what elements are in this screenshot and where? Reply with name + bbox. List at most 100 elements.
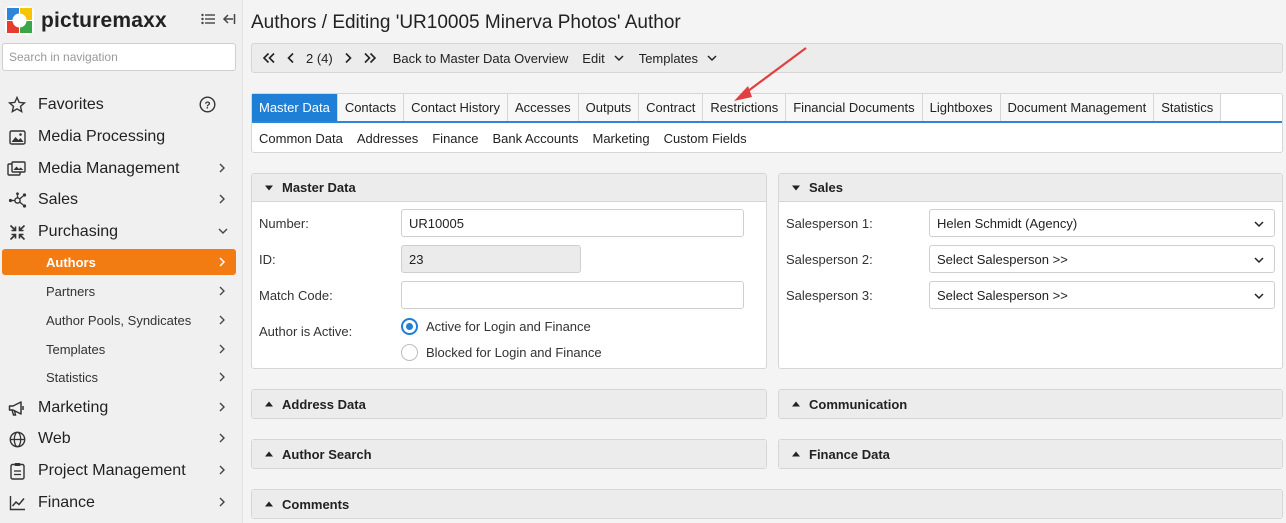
finance-data-header[interactable]: Finance Data bbox=[779, 440, 1282, 468]
match-code-label: Match Code: bbox=[259, 288, 333, 303]
double-chevron-right-icon bbox=[364, 52, 376, 64]
chevron-down-icon bbox=[1254, 221, 1264, 228]
nav-item-marketing[interactable]: Marketing bbox=[0, 393, 243, 423]
tab-contract[interactable]: Contract bbox=[639, 94, 704, 121]
tab-master-data[interactable]: Master Data bbox=[252, 94, 338, 121]
nav-label: Finance bbox=[38, 494, 95, 511]
star-icon bbox=[7, 95, 27, 115]
salesperson-2-select[interactable]: Select Salesperson >> bbox=[929, 245, 1275, 273]
tab-contacts[interactable]: Contacts bbox=[337, 94, 405, 121]
salesperson-1-select[interactable]: Helen Schmidt (Agency) bbox=[929, 209, 1275, 237]
help-icon[interactable]: ? bbox=[199, 96, 216, 113]
blocked-radio[interactable]: Blocked for Login and Finance bbox=[401, 344, 602, 361]
media-management-icon bbox=[7, 159, 27, 179]
collapse-sidebar-icon[interactable] bbox=[222, 12, 236, 26]
chevron-right-icon bbox=[219, 194, 225, 204]
communication-panel[interactable]: Communication bbox=[778, 389, 1283, 419]
salesperson-3-select[interactable]: Select Salesperson >> bbox=[929, 281, 1275, 309]
back-to-overview-button[interactable]: Back to Master Data Overview bbox=[388, 44, 574, 72]
templates-menu-label: Templates bbox=[638, 50, 698, 66]
edit-menu-button[interactable]: Edit bbox=[577, 44, 629, 72]
author-search-header[interactable]: Author Search bbox=[252, 440, 766, 468]
address-data-header[interactable]: Address Data bbox=[252, 390, 766, 418]
main-content: Authors / Editing 'UR10005 Minerva Photo… bbox=[243, 0, 1286, 523]
globe-icon bbox=[7, 429, 27, 449]
chevron-right-icon bbox=[219, 497, 225, 507]
chevron-left-icon bbox=[287, 52, 294, 64]
comments-header[interactable]: Comments bbox=[252, 490, 1282, 518]
last-record-button[interactable] bbox=[358, 44, 382, 72]
subtab-addresses[interactable]: Addresses bbox=[350, 131, 425, 146]
nav-sub-templates[interactable]: Templates bbox=[2, 336, 236, 362]
salesperson-1-label: Salesperson 1: bbox=[786, 216, 873, 231]
caret-up-icon bbox=[792, 401, 800, 407]
nav-item-media-processing[interactable]: Media Processing bbox=[0, 122, 243, 152]
nav-item-finance[interactable]: Finance bbox=[0, 488, 243, 518]
nav-label: Web bbox=[38, 430, 71, 447]
tab-contact-history[interactable]: Contact History bbox=[404, 94, 508, 121]
previous-record-button[interactable] bbox=[281, 44, 301, 72]
subtab-bank-accounts[interactable]: Bank Accounts bbox=[485, 131, 585, 146]
nav-search-input[interactable] bbox=[2, 43, 236, 71]
caret-down-icon bbox=[265, 185, 273, 190]
subtab-marketing[interactable]: Marketing bbox=[585, 131, 656, 146]
panel-title: Address Data bbox=[282, 396, 366, 412]
chart-icon bbox=[7, 493, 27, 513]
first-record-button[interactable] bbox=[252, 44, 281, 72]
nav-item-favorites[interactable]: Favorites ? bbox=[0, 90, 243, 120]
page-title: Authors / Editing 'UR10005 Minerva Photo… bbox=[251, 12, 681, 33]
subtab-custom-fields[interactable]: Custom Fields bbox=[657, 131, 754, 146]
nav-sub-authors[interactable]: Authors bbox=[2, 249, 236, 275]
nav-item-project-management[interactable]: Project Management bbox=[0, 456, 243, 486]
author-active-label: Author is Active: bbox=[259, 324, 353, 339]
nav-sub-partners[interactable]: Partners bbox=[2, 278, 236, 304]
chevron-down-icon bbox=[1254, 257, 1264, 264]
nav-item-sales[interactable]: Sales bbox=[0, 185, 243, 215]
sales-header[interactable]: Sales bbox=[779, 174, 1282, 202]
nav-sub-statistics[interactable]: Statistics bbox=[2, 364, 236, 390]
next-record-button[interactable] bbox=[338, 44, 358, 72]
chevron-right-icon bbox=[219, 163, 225, 173]
nav-sub-label: Authors bbox=[46, 254, 96, 270]
nav-label: Purchasing bbox=[38, 223, 119, 240]
tab-statistics[interactable]: Statistics bbox=[1154, 94, 1222, 121]
nav-item-purchasing[interactable]: Purchasing bbox=[0, 217, 243, 247]
comments-panel[interactable]: Comments bbox=[251, 489, 1283, 519]
master-data-header[interactable]: Master Data bbox=[252, 174, 766, 202]
nav-sub-author-pools[interactable]: Author Pools, Syndicates bbox=[2, 307, 236, 333]
tab-restrictions[interactable]: Restrictions bbox=[703, 94, 787, 121]
nav-item-web[interactable]: Web bbox=[0, 424, 243, 454]
tab-lightboxes[interactable]: Lightboxes bbox=[922, 94, 1001, 121]
list-toggle-icon[interactable] bbox=[201, 12, 215, 26]
nav-label: Favorites bbox=[38, 96, 104, 113]
templates-menu-button[interactable]: Templates bbox=[634, 44, 723, 72]
communication-header[interactable]: Communication bbox=[779, 390, 1282, 418]
tab-financial-documents[interactable]: Financial Documents bbox=[786, 94, 923, 121]
tab-accesses[interactable]: Accesses bbox=[508, 94, 579, 121]
active-radio-label: Active for Login and Finance bbox=[426, 319, 591, 334]
id-label: ID: bbox=[259, 252, 276, 267]
subtab-common-data[interactable]: Common Data bbox=[252, 131, 350, 146]
finance-data-panel[interactable]: Finance Data bbox=[778, 439, 1283, 469]
radio-selected-icon bbox=[401, 318, 418, 335]
author-search-panel[interactable]: Author Search bbox=[251, 439, 767, 469]
tab-bar: Master Data Contacts Contact History Acc… bbox=[251, 93, 1283, 153]
address-data-panel[interactable]: Address Data bbox=[251, 389, 767, 419]
salesperson-2-label: Salesperson 2: bbox=[786, 252, 873, 267]
chevron-right-icon bbox=[219, 465, 225, 475]
chevron-right-icon bbox=[219, 372, 225, 382]
chevron-right-icon bbox=[219, 344, 225, 354]
tab-document-management[interactable]: Document Management bbox=[1000, 94, 1155, 121]
tab-outputs[interactable]: Outputs bbox=[578, 94, 640, 121]
active-radio[interactable]: Active for Login and Finance bbox=[401, 318, 591, 335]
sub-tabs: Common Data Addresses Finance Bank Accou… bbox=[252, 126, 754, 150]
panel-title: Sales bbox=[809, 180, 843, 195]
brand[interactable]: picturemaxx bbox=[5, 6, 167, 35]
nav-item-media-management[interactable]: Media Management bbox=[0, 154, 243, 184]
number-field[interactable]: UR10005 bbox=[401, 209, 744, 237]
match-code-field[interactable] bbox=[401, 281, 744, 309]
image-icon bbox=[7, 127, 27, 147]
edit-menu-label: Edit bbox=[582, 50, 605, 66]
subtab-finance[interactable]: Finance bbox=[425, 131, 485, 146]
panel-title: Author Search bbox=[282, 446, 372, 462]
